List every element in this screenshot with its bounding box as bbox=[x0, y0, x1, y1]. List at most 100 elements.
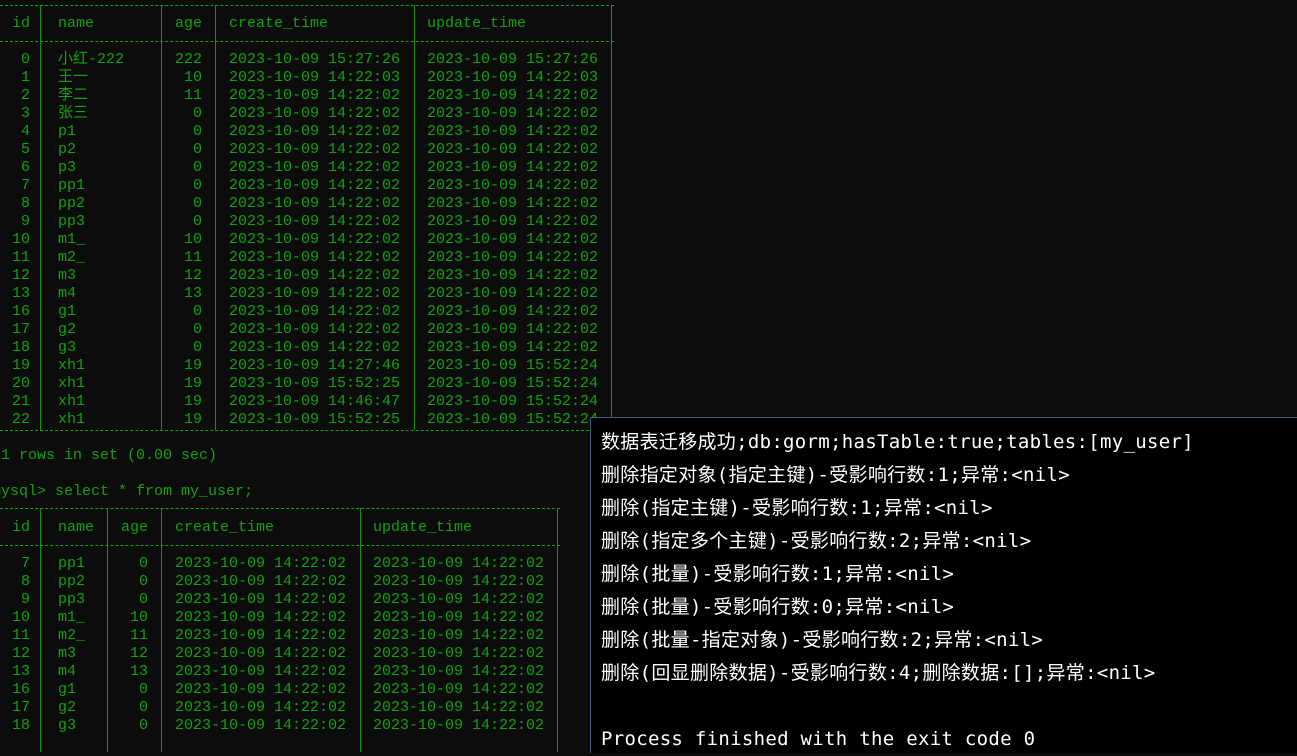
table-row: 8 pp2 0 2023-10-09 14:22:02 2023-10-09 14:22… bbox=[0, 573, 560, 591]
table-cell: 19 bbox=[183, 357, 202, 374]
table-cell: pp3 bbox=[58, 213, 86, 230]
table-cell: 2023-10-09 14:22:03 bbox=[427, 69, 599, 86]
table-row: 16 g1 0 2023-10-09 14:22:02 2023-10-09 14:22… bbox=[0, 681, 560, 699]
table-cell: 10 bbox=[11, 231, 30, 248]
table-cell: xh1 bbox=[58, 357, 86, 374]
table-cell: 0 bbox=[192, 123, 202, 140]
table-cell: 10 bbox=[11, 609, 30, 626]
table-row: 11 m2_ 11 2023-10-09 14:22:02 2023-10-09 14:… bbox=[0, 627, 560, 645]
table-cell: 2023-10-09 14:22:02 bbox=[175, 609, 347, 626]
table-row: 13 m4 13 2023-10-09 14:22:02 2023-10-09 14:2… bbox=[0, 285, 614, 303]
table-cell: 7 bbox=[20, 177, 30, 194]
rows-info: 21 rows in set (0.00 sec) bbox=[0, 447, 218, 464]
output-line: 删除(批量)-受影响行数:0;异常:<nil> bbox=[601, 596, 955, 618]
table-cell: 2023-10-09 15:52:25 bbox=[229, 411, 401, 428]
result-table-1: id name age create_time update_time 0 小红-222 22… bbox=[0, 0, 620, 432]
table-cell: 0 bbox=[20, 51, 30, 68]
mysql-prompt-line: mysql> select * from my_user; bbox=[0, 483, 254, 500]
table-cell: 0 bbox=[192, 141, 202, 158]
table-cell: 0 bbox=[192, 321, 202, 338]
table-cell: 12 bbox=[11, 267, 30, 284]
table-cell: m3 bbox=[58, 645, 77, 662]
table-cell: g3 bbox=[58, 339, 77, 356]
table-cell: 16 bbox=[11, 681, 30, 698]
table-cell: 2023-10-09 14:22:02 bbox=[427, 123, 599, 140]
table-cell: pp3 bbox=[58, 591, 86, 608]
table-row: 12 m3 12 2023-10-09 14:22:02 2023-10-09 14:2… bbox=[0, 267, 614, 285]
table-cell: 2023-10-09 14:22:02 bbox=[427, 267, 599, 284]
table-cell: 2023-10-09 14:22:03 bbox=[229, 69, 401, 86]
column-header-create-time: create_time bbox=[229, 15, 329, 32]
table-cell: 2023-10-09 14:22:02 bbox=[175, 663, 347, 680]
table-cell: 12 bbox=[11, 645, 30, 662]
table-cell: 0 bbox=[192, 159, 202, 176]
table-cell: 2023-10-09 14:22:02 bbox=[175, 555, 347, 572]
table-cell: 0 bbox=[192, 303, 202, 320]
table-cell: pp1 bbox=[58, 177, 86, 194]
table-row: 7 pp1 0 2023-10-09 14:22:02 2023-10-09 14:22… bbox=[0, 555, 560, 573]
table-cell: 2023-10-09 14:22:02 bbox=[229, 231, 401, 248]
table-cell: 2023-10-09 14:22:02 bbox=[427, 321, 599, 338]
table-cell: 13 bbox=[129, 663, 148, 680]
table-cell: 8 bbox=[20, 573, 30, 590]
table-cell: 2023-10-09 14:22:02 bbox=[229, 87, 401, 104]
table-cell: 小红-222 bbox=[58, 51, 125, 68]
ide-run-output-panel[interactable]: 数据表迁移成功;db:gorm;hasTable:true;tables:[my… bbox=[590, 417, 1297, 753]
table-cell: 1 bbox=[20, 69, 30, 86]
table-cell: m2_ bbox=[58, 627, 86, 644]
table-cell: 2023-10-09 14:22:02 bbox=[229, 195, 401, 212]
table-cell: 2023-10-09 14:22:02 bbox=[229, 213, 401, 230]
table-cell: 0 bbox=[138, 555, 148, 572]
table-cell: 2023-10-09 15:27:26 bbox=[229, 51, 401, 68]
table-cell: pp1 bbox=[58, 555, 86, 572]
table-cell: 10 bbox=[183, 231, 202, 248]
table-row: 17 g2 0 2023-10-09 14:22:02 2023-10-09 14:22… bbox=[0, 321, 614, 339]
output-line: Process finished with the exit code 0 bbox=[601, 728, 1036, 750]
table-row: 22 xh1 19 2023-10-09 15:52:25 2023-10-09 15:… bbox=[0, 411, 614, 429]
table-row: 18 g3 0 2023-10-09 14:22:02 2023-10-09 14:22… bbox=[0, 717, 560, 735]
column-header-name: name bbox=[58, 15, 95, 32]
table-cell: 2023-10-09 14:22:02 bbox=[229, 339, 401, 356]
table-cell: 2023-10-09 14:22:02 bbox=[427, 339, 599, 356]
table-cell: 2023-10-09 14:22:02 bbox=[427, 159, 599, 176]
table-row: 0 小红-222 222 2023-10-09 15:27:26 2023-10-09 … bbox=[0, 51, 614, 69]
table-cell: 2023-10-09 14:22:02 bbox=[427, 249, 599, 266]
table-cell: 11 bbox=[183, 87, 202, 104]
table-row: 3 张三 0 2023-10-09 14:22:02 2023-10-09 14:22:… bbox=[0, 105, 614, 123]
column-header-update-time: update_time bbox=[373, 519, 473, 536]
table-cell: p2 bbox=[58, 141, 77, 158]
table-cell: 2023-10-09 14:22:02 bbox=[229, 267, 401, 284]
table-cell: 2023-10-09 14:22:02 bbox=[427, 177, 599, 194]
output-line: 删除(批量)-受影响行数:1;异常:<nil> bbox=[601, 563, 955, 585]
table-cell: 0 bbox=[192, 177, 202, 194]
table-cell: m4 bbox=[58, 663, 77, 680]
table-header-row: id name age create_time update_time bbox=[0, 15, 614, 33]
table-cell: 2023-10-09 14:22:02 bbox=[373, 645, 545, 662]
table-cell: 222 bbox=[174, 51, 202, 68]
table-cell: 王一 bbox=[58, 69, 89, 86]
table-cell: 9 bbox=[20, 591, 30, 608]
table-cell: 2023-10-09 14:22:02 bbox=[229, 321, 401, 338]
table-row: 9 pp3 0 2023-10-09 14:22:02 2023-10-09 14:22… bbox=[0, 213, 614, 231]
table-cell: 19 bbox=[183, 411, 202, 428]
table-cell: 2023-10-09 14:22:02 bbox=[229, 141, 401, 158]
table-cell: 2023-10-09 14:22:02 bbox=[229, 285, 401, 302]
table-cell: m4 bbox=[58, 285, 77, 302]
table-cell: 10 bbox=[129, 609, 148, 626]
table-cell: 13 bbox=[11, 663, 30, 680]
table-cell: xh1 bbox=[58, 393, 86, 410]
table-cell: 2023-10-09 14:22:02 bbox=[373, 573, 545, 590]
table-cell: 2023-10-09 14:22:02 bbox=[175, 681, 347, 698]
table-cell: 2023-10-09 14:22:02 bbox=[373, 681, 545, 698]
table-cell: 2023-10-09 14:22:02 bbox=[175, 717, 347, 734]
table-row: 6 p3 0 2023-10-09 14:22:02 2023-10-09 14:22:… bbox=[0, 159, 614, 177]
table-cell: 0 bbox=[138, 681, 148, 698]
table-header-row: id name age create_time update_time bbox=[0, 519, 560, 537]
result-table-2: id name age create_time update_time 7 pp1 0 2023… bbox=[0, 504, 570, 752]
table-row: 20 xh1 19 2023-10-09 15:52:25 2023-10-09 15:… bbox=[0, 375, 614, 393]
table-cell: 9 bbox=[20, 213, 30, 230]
column-header-create-time: create_time bbox=[175, 519, 275, 536]
table-cell: 11 bbox=[11, 627, 30, 644]
table-cell: 17 bbox=[11, 699, 30, 716]
table-cell: 2023-10-09 14:22:02 bbox=[373, 555, 545, 572]
